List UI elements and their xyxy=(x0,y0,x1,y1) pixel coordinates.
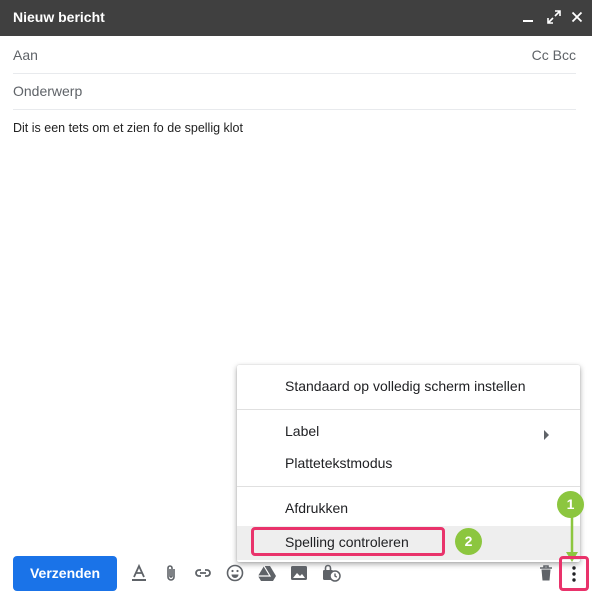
subject-field[interactable]: Onderwerp xyxy=(13,73,576,110)
expand-icon[interactable] xyxy=(545,8,563,26)
menu-item-label-submenu[interactable]: Label xyxy=(237,416,580,448)
menu-item-label: Label xyxy=(285,423,320,439)
emoji-icon[interactable] xyxy=(225,563,245,583)
close-icon[interactable] xyxy=(568,8,586,26)
menu-item-plain-text[interactable]: Plattetekstmodus xyxy=(237,448,580,480)
menu-item-label: Afdrukken xyxy=(285,500,349,516)
spellcheck-highlight xyxy=(251,527,445,556)
confidential-icon[interactable] xyxy=(321,563,341,583)
chevron-right-icon xyxy=(544,427,550,443)
compose-title: Nieuw bericht xyxy=(13,9,105,25)
compose-window: Nieuw bericht Aan Cc Bcc Onderwerp Dit i… xyxy=(0,0,592,595)
compose-titlebar[interactable]: Nieuw bericht xyxy=(0,0,592,36)
attach-icon[interactable] xyxy=(161,563,181,583)
drive-icon[interactable] xyxy=(257,563,277,583)
menu-divider xyxy=(237,409,580,410)
menu-item-print[interactable]: Afdrukken xyxy=(237,493,580,525)
format-text-icon[interactable] xyxy=(129,563,149,583)
delete-icon[interactable] xyxy=(536,563,556,583)
send-button[interactable]: Verzenden xyxy=(13,556,117,591)
step-badge-2: 2 xyxy=(455,528,482,555)
menu-item-label: Standaard op volledig scherm instellen xyxy=(285,378,526,394)
photo-icon[interactable] xyxy=(289,563,309,583)
cc-bcc-link[interactable]: Cc Bcc xyxy=(532,47,576,63)
link-icon[interactable] xyxy=(193,563,213,583)
to-field[interactable]: Aan Cc Bcc xyxy=(13,37,576,74)
menu-item-label: Plattetekstmodus xyxy=(285,455,393,471)
minimize-icon[interactable] xyxy=(519,8,537,26)
menu-divider xyxy=(237,486,580,487)
subject-label: Onderwerp xyxy=(13,83,83,99)
menu-item-fullscreen-default[interactable]: Standaard op volledig scherm instellen xyxy=(237,371,580,403)
message-body[interactable]: Dit is een tets om et zien fo de spellig… xyxy=(13,121,243,135)
step-badge-1: 1 xyxy=(557,491,584,518)
to-label: Aan xyxy=(13,47,38,63)
more-options-icon[interactable] xyxy=(564,564,584,584)
